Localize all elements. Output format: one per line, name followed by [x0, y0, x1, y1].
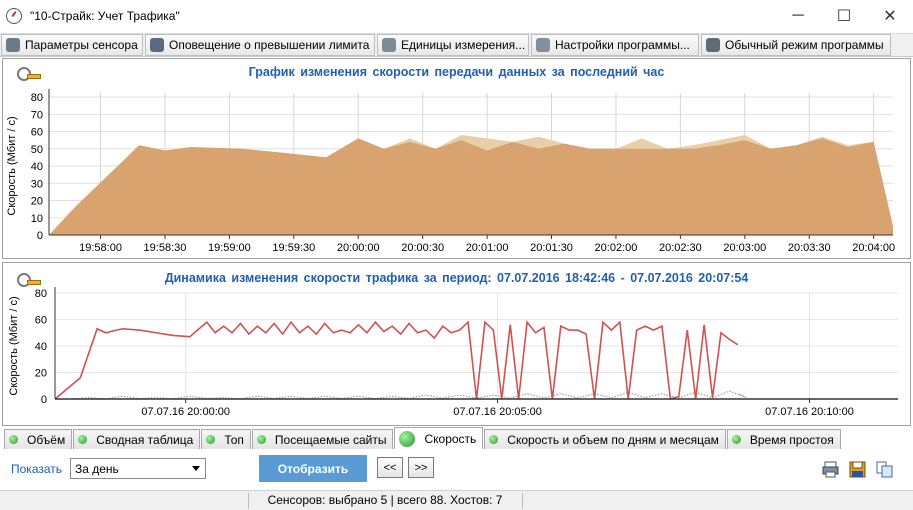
normal-mode-label: Обычный режим программы: [725, 38, 884, 52]
sensor-settings-label: Параметры сенсора: [25, 38, 138, 52]
controls-row: Показать За день Отобразить << >>: [0, 452, 913, 488]
report-tabs: Объём Сводная таблица Топ Посещаемые сай…: [4, 427, 842, 449]
alert-icon: [150, 38, 164, 52]
sensor-settings-button[interactable]: Параметры сенсора: [1, 34, 143, 56]
green-dot-icon: [256, 435, 266, 444]
normal-mode-button[interactable]: Обычный режим программы: [701, 34, 891, 56]
tab-label: Скорость и объем по дням и месяцам: [507, 432, 719, 447]
tab-speed[interactable]: Скорость: [394, 427, 484, 449]
window-title: "10-Страйк: Учет Трафика": [30, 8, 180, 23]
status-text: Сенсоров: выбрано 5 | всего 88. Хостов: …: [267, 493, 503, 507]
x-tick-label: 07.07.16 20:00:00: [141, 406, 230, 418]
tab-label: Сводная таблица: [96, 432, 194, 447]
units-button[interactable]: Единицы измерения...: [377, 34, 529, 56]
tab-label: Объём: [27, 432, 66, 447]
period-speed-chart: 0 20 40 60 80 07.07.16 20:00:00 07.07.16 20:05…: [8, 287, 898, 418]
tab-speed-volume-days[interactable]: Скорость и объем по дням и месяцам: [484, 429, 726, 449]
x-tick-label: 20:00:30: [401, 242, 444, 254]
x-tick-label: 19:59:00: [208, 242, 251, 254]
speed-area-series: [49, 138, 893, 235]
x-tick-label: 19:58:00: [79, 242, 122, 254]
y-axis-label: Скорость (Мбит / с): [8, 296, 20, 395]
x-tick-label: 20:00:00: [337, 242, 380, 254]
period-select[interactable]: За день: [70, 458, 206, 479]
print-icon[interactable]: [822, 461, 839, 478]
tab-label: Топ: [224, 432, 244, 447]
x-tick-label: 20:02:00: [595, 242, 638, 254]
x-tick-label: 07.07.16 20:05:00: [453, 406, 542, 418]
prev-period-button[interactable]: <<: [377, 457, 403, 478]
save-icon[interactable]: [849, 461, 866, 478]
copy-icon[interactable]: [876, 461, 893, 478]
tab-downtime[interactable]: Время простоя: [726, 429, 841, 449]
green-dot-icon: [731, 435, 741, 444]
tab-summary[interactable]: Сводная таблица: [73, 429, 201, 449]
x-tick-label: 19:58:30: [144, 242, 187, 254]
show-label: Показать: [11, 462, 63, 476]
y-tick-label: 30: [31, 178, 43, 190]
tab-label: Скорость: [424, 431, 477, 446]
x-tick-label: 19:59:30: [272, 242, 315, 254]
y-tick-label: 80: [31, 92, 43, 104]
program-settings-button[interactable]: Настройки программы...: [531, 34, 699, 56]
next-period-button[interactable]: >>: [408, 457, 434, 478]
y-tick-label: 20: [31, 196, 43, 208]
limit-alert-button[interactable]: Оповещение о превышении лимита: [145, 34, 375, 56]
x-tick-label: 20:01:30: [530, 242, 573, 254]
close-button[interactable]: ✕: [867, 0, 913, 31]
maximize-button[interactable]: ☐: [821, 0, 867, 31]
units-label: Единицы измерения...: [401, 38, 526, 52]
chevron-down-icon: [192, 466, 200, 471]
y-tick-label: 50: [31, 144, 43, 156]
x-tick-label: 20:03:30: [788, 242, 831, 254]
y-tick-label: 0: [37, 230, 43, 242]
y-tick-label: 10: [31, 213, 43, 225]
period-chart-panel: Динамика изменения скорости трафика за п…: [2, 262, 911, 426]
y-tick-label: 60: [35, 315, 47, 327]
y-tick-label: 80: [35, 288, 47, 300]
gears-icon: [536, 38, 550, 52]
limit-alert-label: Оповещение о превышении лимита: [169, 38, 370, 52]
green-dot-icon: [9, 435, 18, 444]
program-settings-label: Настройки программы...: [555, 38, 690, 52]
ruler-icon: [382, 38, 396, 52]
app-gauge-icon: [6, 7, 22, 24]
green-dot-icon: [489, 435, 499, 444]
minimize-button[interactable]: ─: [775, 0, 821, 31]
toolbar: Параметры сенсора Оповещение о превышени…: [0, 33, 913, 57]
status-bar: Сенсоров: выбрано 5 | всего 88. Хостов: …: [0, 490, 913, 510]
tab-visited-sites[interactable]: Посещаемые сайты: [251, 429, 394, 449]
outbound-series-line: [55, 390, 747, 400]
period-select-value: За день: [75, 462, 119, 476]
x-tick-label: 20:02:30: [659, 242, 702, 254]
y-tick-label: 70: [31, 109, 43, 121]
tab-label: Посещаемые сайты: [274, 432, 387, 447]
sensor-settings-icon: [6, 38, 20, 52]
green-dot-icon: [399, 430, 416, 447]
speed-series-line: [54, 320, 739, 401]
tab-volume[interactable]: Объём: [4, 429, 73, 449]
x-tick-label: 20:01:00: [466, 242, 509, 254]
tools-icon: [706, 38, 720, 52]
y-axis-label: Скорость (Мбит / с): [6, 116, 18, 215]
title-bar: "10-Страйк: Учет Трафика" ─ ☐ ✕: [0, 0, 913, 31]
y-tick-label: 60: [31, 127, 43, 139]
tab-label: Время простоя: [749, 432, 834, 447]
tab-top[interactable]: Топ: [201, 429, 251, 449]
display-button[interactable]: Отобразить: [259, 455, 367, 482]
y-tick-label: 40: [35, 341, 47, 353]
y-tick-label: 20: [35, 368, 47, 380]
x-tick-label: 20:04:00: [852, 242, 895, 254]
x-tick-label: 07.07.16 20:10:00: [765, 406, 854, 418]
green-dot-icon: [78, 435, 88, 444]
x-tick-label: 20:03:00: [723, 242, 766, 254]
green-dot-icon: [206, 435, 216, 444]
last-hour-speed-chart: 0 10 20 30 40 50 60 70 80 19:58:00 19:58:30 19:59:0…: [6, 89, 895, 254]
last-hour-chart-panel: График изменения скорости передачи данны…: [2, 58, 911, 259]
y-tick-label: 0: [41, 394, 47, 406]
y-tick-label: 40: [31, 161, 43, 173]
